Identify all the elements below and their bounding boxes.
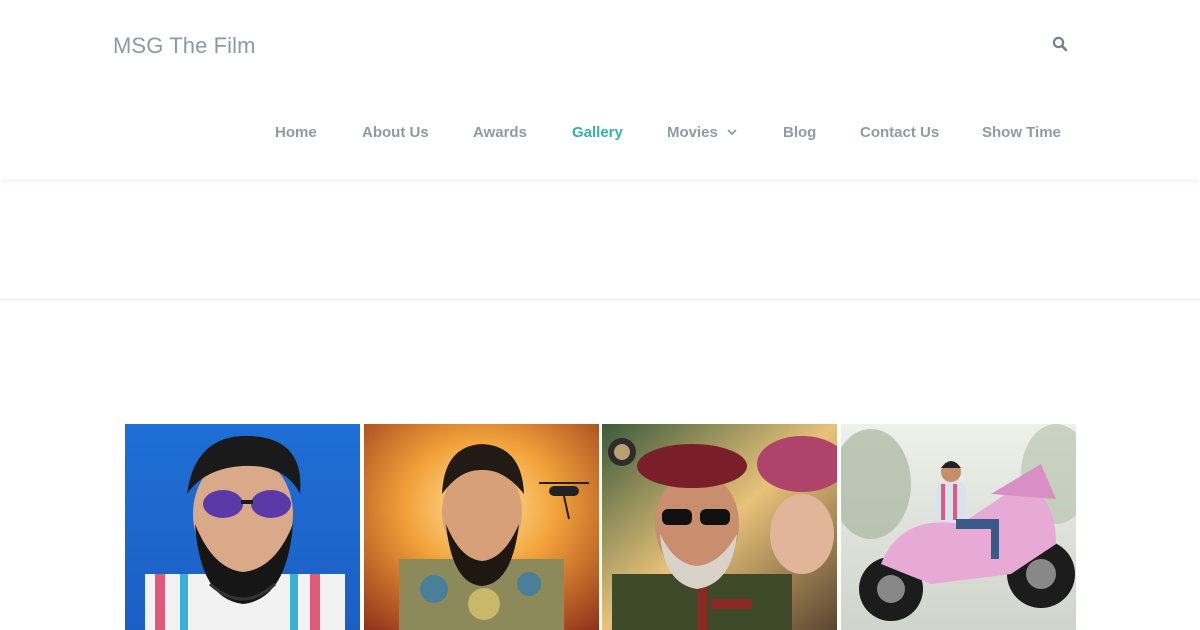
site-header: MSG The Film Home About Us Awards Galler… (0, 0, 1200, 179)
nav-item-movies-label: Movies (667, 124, 718, 141)
search-button[interactable] (1050, 34, 1070, 54)
gallery-image[interactable] (364, 424, 599, 630)
page-title-area (0, 179, 1200, 300)
nav-item-home[interactable]: Home (275, 124, 317, 141)
nav-item-show-time[interactable]: Show Time (982, 124, 1061, 141)
nav-item-movies[interactable]: Movies (667, 124, 737, 142)
search-icon (1052, 36, 1068, 52)
nav-item-blog[interactable]: Blog (783, 124, 816, 141)
nav-item-gallery[interactable]: Gallery (572, 124, 623, 141)
site-title-link[interactable]: MSG The Film (113, 33, 256, 59)
gallery-image[interactable] (125, 424, 360, 630)
gallery-image[interactable] (602, 424, 837, 630)
gallery-image[interactable] (841, 424, 1076, 630)
nav-item-awards[interactable]: Awards (473, 124, 527, 141)
image-gallery (125, 424, 1076, 630)
nav-item-about-us[interactable]: About Us (362, 124, 429, 141)
nav-item-contact-us[interactable]: Contact Us (860, 124, 939, 141)
main-navigation: Home About Us Awards Gallery Movies Blog… (0, 118, 1200, 148)
chevron-down-icon (727, 123, 737, 140)
